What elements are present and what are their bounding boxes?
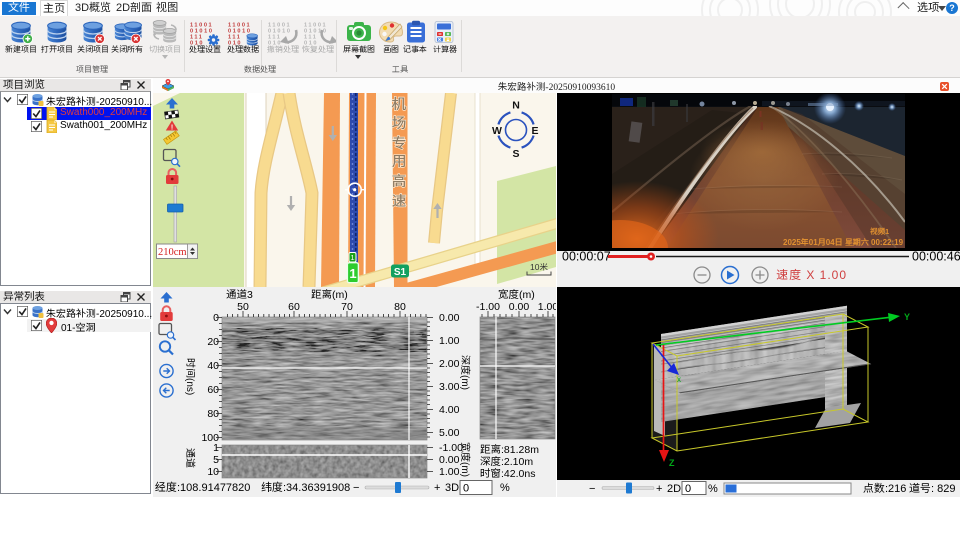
svg-text:0: 0 bbox=[213, 312, 219, 324]
svg-text:!: ! bbox=[171, 125, 173, 132]
svg-text:1: 1 bbox=[349, 266, 356, 281]
svg-text:场: 场 bbox=[392, 116, 407, 132]
svg-text:E: E bbox=[531, 125, 538, 137]
svg-text:Y: Y bbox=[904, 312, 910, 322]
svg-text:专: 专 bbox=[392, 135, 407, 152]
svg-text:60: 60 bbox=[207, 384, 219, 396]
svg-text:机: 机 bbox=[392, 97, 407, 113]
svg-text:0: 0 bbox=[463, 483, 469, 495]
svg-text:纬度:34.36391908: 纬度:34.36391908 bbox=[261, 481, 350, 494]
svg-text:2.00: 2.00 bbox=[439, 358, 460, 370]
svg-text:1: 1 bbox=[213, 442, 219, 454]
svg-text:00:00:07: 00:00:07 bbox=[562, 250, 611, 264]
svg-text:点数:216: 点数:216 bbox=[863, 483, 906, 495]
svg-text:通道3: 通道3 bbox=[226, 288, 253, 301]
svg-text:80: 80 bbox=[207, 408, 219, 420]
svg-text:−: − bbox=[353, 482, 359, 494]
svg-text:距离(m): 距离(m) bbox=[311, 289, 348, 301]
svg-text:道号: 829: 道号: 829 bbox=[909, 482, 955, 495]
svg-text:速度 X 1.00: 速度 X 1.00 bbox=[776, 268, 847, 282]
svg-text:W: W bbox=[492, 125, 502, 137]
svg-text:S1: S1 bbox=[394, 267, 407, 278]
svg-text:1.00: 1.00 bbox=[538, 301, 556, 313]
svg-text:距离:81.28m: 距离:81.28m bbox=[480, 444, 539, 456]
svg-text:2D: 2D bbox=[667, 483, 681, 495]
svg-text:3D: 3D bbox=[445, 482, 459, 494]
svg-text:视频1: 视频1 bbox=[870, 227, 889, 236]
svg-text:经度:108.91477820: 经度:108.91477820 bbox=[155, 481, 250, 494]
svg-text:10: 10 bbox=[207, 466, 219, 478]
svg-text:5: 5 bbox=[213, 454, 219, 466]
svg-text:%: % bbox=[708, 483, 718, 495]
svg-text:4.00: 4.00 bbox=[439, 404, 460, 416]
svg-text:40: 40 bbox=[207, 360, 219, 372]
svg-text:深度:2.10m: 深度:2.10m bbox=[480, 456, 533, 468]
svg-text:210cm: 210cm bbox=[158, 247, 187, 258]
svg-text:5.00: 5.00 bbox=[439, 427, 460, 439]
svg-text:+: + bbox=[434, 482, 440, 494]
svg-text:10米: 10米 bbox=[530, 262, 548, 272]
svg-text:−: − bbox=[589, 483, 595, 495]
svg-text:00:00:46: 00:00:46 bbox=[912, 250, 960, 264]
svg-text:宽度(m): 宽度(m) bbox=[459, 442, 471, 477]
svg-text:深度(m): 深度(m) bbox=[459, 355, 471, 390]
svg-text:1: 1 bbox=[350, 253, 354, 262]
svg-text:2025年01月04日 星期六 00:22:19: 2025年01月04日 星期六 00:22:19 bbox=[783, 237, 904, 247]
svg-text:通道: 通道 bbox=[184, 448, 196, 468]
svg-text:0.00: 0.00 bbox=[439, 312, 460, 324]
svg-text:3.00: 3.00 bbox=[439, 381, 460, 393]
svg-text:20: 20 bbox=[207, 336, 219, 348]
svg-text:%: % bbox=[500, 482, 510, 494]
svg-text:+: + bbox=[656, 483, 662, 495]
svg-text:0.00: 0.00 bbox=[439, 454, 460, 466]
svg-text:用: 用 bbox=[392, 154, 407, 170]
svg-text:高: 高 bbox=[392, 173, 407, 190]
svg-text:时间(ns): 时间(ns) bbox=[184, 358, 196, 395]
svg-text:N: N bbox=[512, 100, 520, 112]
svg-text:时窗:42.0ns: 时窗:42.0ns bbox=[480, 468, 535, 480]
svg-text:S: S bbox=[512, 148, 519, 160]
svg-text:速: 速 bbox=[392, 194, 407, 210]
svg-text:x: x bbox=[677, 375, 681, 384]
svg-text:0: 0 bbox=[685, 483, 691, 495]
svg-text:1.00: 1.00 bbox=[439, 466, 460, 478]
svg-text:宽度(m): 宽度(m) bbox=[498, 289, 535, 301]
svg-text:1.00: 1.00 bbox=[439, 335, 460, 347]
svg-text:Z: Z bbox=[669, 458, 675, 468]
